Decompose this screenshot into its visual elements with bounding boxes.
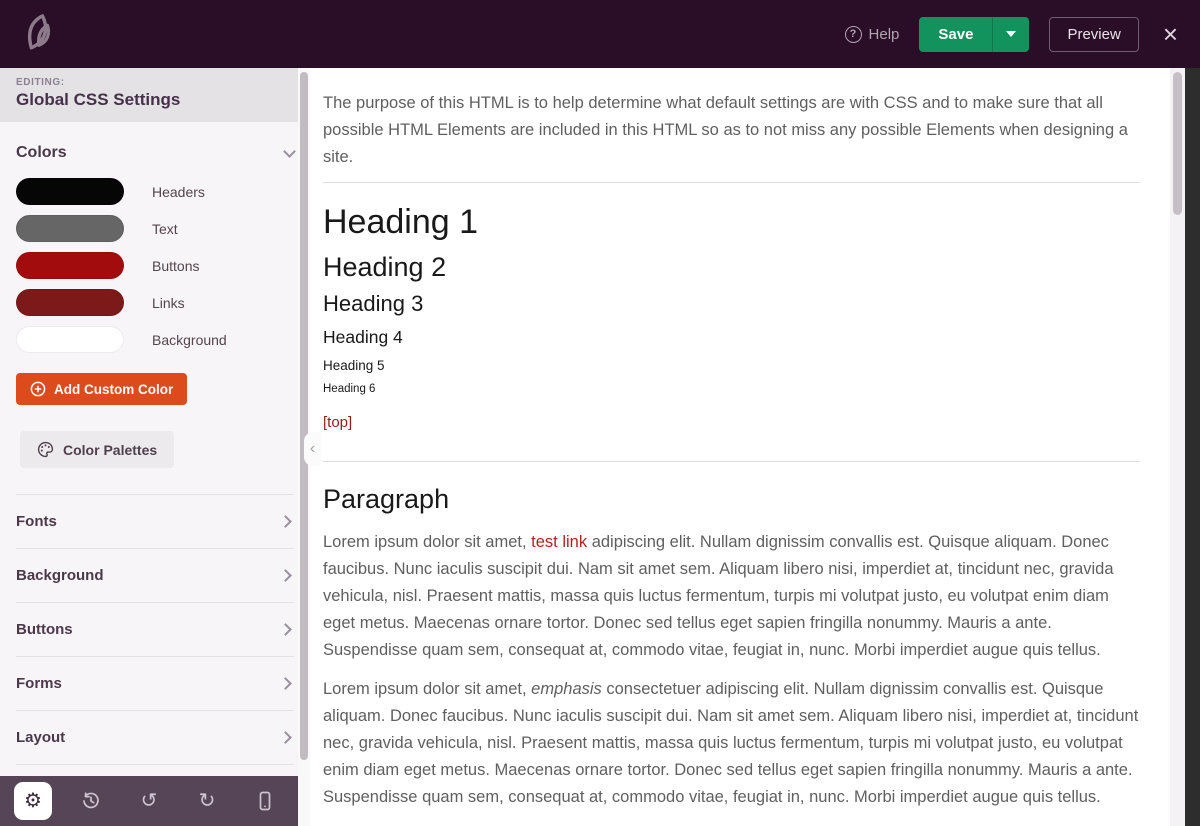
sidebar-item-background[interactable]: Background xyxy=(16,549,294,603)
close-icon[interactable]: × xyxy=(1163,21,1178,47)
add-custom-color-label: Add Custom Color xyxy=(54,382,173,397)
gear-icon: ⚙ xyxy=(24,791,42,811)
color-swatch-row[interactable]: Links xyxy=(16,289,294,316)
sidebar: EDITING: Global CSS Settings Colors Head… xyxy=(0,68,310,826)
swatch-label: Background xyxy=(152,332,227,348)
editing-label: EDITING: xyxy=(16,77,294,88)
sidebar-scrollbar-thumb[interactable] xyxy=(300,72,308,760)
color-palettes-label: Color Palettes xyxy=(63,442,157,458)
thrive-leaf-logo-icon xyxy=(24,13,62,55)
sidebar-item-layout[interactable]: Layout xyxy=(16,711,294,765)
divider xyxy=(323,461,1140,462)
collapse-arrow-icon: ‹ xyxy=(310,440,315,458)
help-icon: ? xyxy=(845,26,862,43)
heading-5: Heading 5 xyxy=(323,358,1140,374)
section-label: Forms xyxy=(16,675,62,692)
undo-button[interactable]: ↺ xyxy=(130,782,168,820)
heading-1: Heading 1 xyxy=(323,202,1140,243)
settings-accordion: Fonts Background Buttons Forms Layout xyxy=(16,494,294,765)
section-label: Buttons xyxy=(16,621,73,638)
paragraph-section-title: Paragraph xyxy=(323,483,1140,515)
color-swatch-row[interactable]: Headers xyxy=(16,178,294,205)
settings-gear-button[interactable]: ⚙ xyxy=(14,782,52,820)
heading-3: Heading 3 xyxy=(323,291,1140,317)
palette-icon xyxy=(37,441,54,458)
divider xyxy=(323,182,1140,183)
paragraph-text: Lorem ipsum dolor sit amet, xyxy=(323,680,531,698)
top-link[interactable]: [top] xyxy=(323,414,352,431)
chevron-down-icon xyxy=(1006,31,1016,37)
add-custom-color-button[interactable]: Add Custom Color xyxy=(16,373,187,405)
paragraph-text: consectetuer adipiscing elit. Nullam dig… xyxy=(323,680,1138,806)
chevron-right-icon xyxy=(279,515,292,528)
redo-button[interactable]: ↻ xyxy=(188,782,226,820)
chevron-right-icon xyxy=(279,677,292,690)
test-link[interactable]: test link xyxy=(531,533,587,551)
chevron-right-icon xyxy=(279,731,292,744)
color-swatch-links[interactable] xyxy=(16,289,124,316)
sidebar-body: Colors Headers Text Buttons Links Backgr… xyxy=(0,122,310,776)
mobile-preview-button[interactable] xyxy=(246,782,284,820)
plus-circle-icon xyxy=(30,381,46,397)
swatch-label: Headers xyxy=(152,184,205,200)
swatch-label: Text xyxy=(152,221,178,237)
help-button[interactable]: ? Help xyxy=(845,26,900,43)
heading-4: Heading 4 xyxy=(323,327,1140,348)
sidebar-header: EDITING: Global CSS Settings xyxy=(0,68,310,122)
topbar: ? Help Save Preview × xyxy=(0,0,1200,68)
mobile-icon xyxy=(256,791,274,811)
color-swatch-row[interactable]: Background xyxy=(16,326,294,353)
chevron-right-icon xyxy=(279,569,292,582)
heading-2: Heading 2 xyxy=(323,251,1140,283)
lorem-paragraph-2: Lorem ipsum dolor sit amet, emphasis con… xyxy=(323,676,1140,811)
editor-right-edge xyxy=(1185,68,1200,826)
editing-title: Global CSS Settings xyxy=(16,90,294,110)
preview-content: The purpose of this HTML is to help dete… xyxy=(310,68,1185,826)
section-label: Background xyxy=(16,567,104,584)
save-dropdown-button[interactable] xyxy=(992,17,1029,52)
colors-section-title: Colors xyxy=(16,144,67,162)
color-swatch-background[interactable] xyxy=(16,326,124,353)
intro-paragraph: The purpose of this HTML is to help dete… xyxy=(323,90,1140,171)
colors-section-header[interactable]: Colors xyxy=(0,122,310,178)
preview-button[interactable]: Preview xyxy=(1049,17,1138,52)
sidebar-collapse-handle[interactable]: ‹ xyxy=(304,432,321,466)
sidebar-toolbar: ⚙ ↺ ↻ xyxy=(0,776,298,826)
content-scrollbar-track xyxy=(1170,68,1185,826)
sidebar-item-fonts[interactable]: Fonts xyxy=(16,495,294,549)
history-icon xyxy=(81,791,101,811)
chevron-right-icon xyxy=(279,623,292,636)
paragraph-text: adipiscing elit. Nullam dignissim conval… xyxy=(323,533,1114,659)
section-label: Fonts xyxy=(16,513,57,530)
sidebar-item-forms[interactable]: Forms xyxy=(16,657,294,711)
redo-icon: ↻ xyxy=(199,791,216,811)
sidebar-item-buttons[interactable]: Buttons xyxy=(16,603,294,657)
color-swatch-row[interactable]: Text xyxy=(16,215,294,242)
help-label: Help xyxy=(869,26,900,43)
lorem-paragraph-1: Lorem ipsum dolor sit amet, test link ad… xyxy=(323,529,1140,664)
color-swatch-headers[interactable] xyxy=(16,178,124,205)
save-button[interactable]: Save xyxy=(919,17,992,52)
chevron-down-icon xyxy=(283,145,296,158)
swatch-label: Links xyxy=(152,295,185,311)
paragraph-text: Lorem ipsum dolor sit amet, xyxy=(323,533,531,551)
content-scrollbar-thumb[interactable] xyxy=(1173,72,1182,215)
section-label: Layout xyxy=(16,729,65,746)
color-swatch-row[interactable]: Buttons xyxy=(16,252,294,279)
color-swatch-buttons[interactable] xyxy=(16,252,124,279)
color-swatch-text[interactable] xyxy=(16,215,124,242)
swatch-label: Buttons xyxy=(152,258,199,274)
history-button[interactable] xyxy=(72,782,110,820)
emphasis-text: emphasis xyxy=(531,680,602,698)
color-palettes-button[interactable]: Color Palettes xyxy=(20,431,174,468)
heading-6: Heading 6 xyxy=(323,383,1140,397)
undo-icon: ↺ xyxy=(141,791,158,811)
